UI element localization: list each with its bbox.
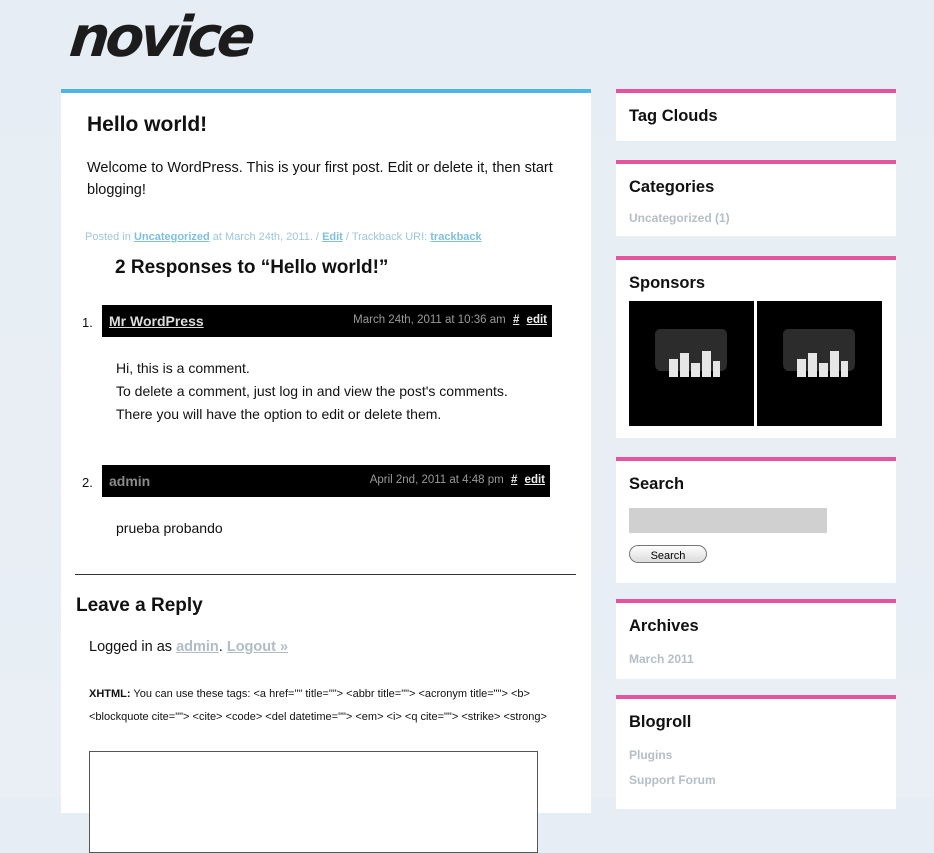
comment-author: admin xyxy=(109,473,151,489)
comment-author-link[interactable]: Mr WordPress xyxy=(109,313,204,329)
widget-title: Archives xyxy=(629,617,699,635)
comment-line: There you will have the option to edit o… xyxy=(116,406,442,422)
comment-line: Hi, this is a comment. xyxy=(116,360,250,376)
post-meta: Posted in Uncategorized at March 24th, 2… xyxy=(85,231,482,243)
archive-item[interactable]: March 2011 xyxy=(629,652,694,666)
comment-number: 1. xyxy=(82,315,93,330)
blogroll-item[interactable]: Support Forum xyxy=(629,773,716,787)
comment-meta: March 24th, 2011 at 10:36 am # edit xyxy=(353,314,547,326)
site-logo[interactable]: novice xyxy=(66,0,255,76)
comment-body: prueba probando xyxy=(116,517,223,540)
allowed-tags-note: XHTML: You can use these tags: <a href="… xyxy=(89,683,579,729)
category-link[interactable]: Uncategorized xyxy=(134,231,210,243)
sponsor-logo-icon xyxy=(655,329,727,377)
blogroll-item[interactable]: Plugins xyxy=(629,748,672,762)
comment-meta: April 2nd, 2011 at 4:48 pm # edit xyxy=(370,474,545,486)
widget-archives: Archives March 2011 xyxy=(616,599,896,679)
comment-header: admin April 2nd, 2011 at 4:48 pm # edit xyxy=(102,465,550,497)
category-item[interactable]: Uncategorized (1) xyxy=(629,211,730,225)
trackback-label: / Trackback URI: xyxy=(345,231,428,243)
widget-title: Tag Clouds xyxy=(629,107,718,125)
comment-textarea[interactable] xyxy=(89,751,538,853)
divider xyxy=(75,574,576,575)
sponsor-banner[interactable] xyxy=(629,301,754,426)
comment-date: March 24th, 2011 at 10:36 am xyxy=(353,314,506,326)
post-meta-date: at March 24th, 2011. / xyxy=(212,231,319,243)
logged-in-prefix: Logged in as xyxy=(89,639,173,655)
responses-title: 2 Responses to “Hello world!” xyxy=(115,257,389,278)
comment-permalink[interactable]: # xyxy=(511,474,517,486)
widget-title: Categories xyxy=(629,178,715,196)
sponsor-banner[interactable] xyxy=(757,301,882,426)
widget-title: Search xyxy=(629,475,685,493)
logged-in-text: Logged in as admin. Logout » xyxy=(89,639,289,655)
comment-date: April 2nd, 2011 at 4:48 pm xyxy=(369,474,504,486)
user-profile-link[interactable]: admin xyxy=(176,639,219,655)
reply-title: Leave a Reply xyxy=(76,595,203,616)
logout-link[interactable]: Logout » xyxy=(227,639,288,655)
comment-line: To delete a comment, just log in and vie… xyxy=(116,383,508,399)
search-input[interactable] xyxy=(629,508,827,533)
widget-search: Search Search xyxy=(616,457,896,583)
comment-edit-link[interactable]: edit xyxy=(525,474,545,486)
post-meta-prefix: Posted in xyxy=(85,231,131,243)
comment-body: Hi, this is a comment. To delete a comme… xyxy=(116,357,508,426)
xhtml-label: XHTML: xyxy=(89,688,131,700)
comment-edit-link[interactable]: edit xyxy=(527,314,547,326)
widget-categories: Categories Uncategorized (1) xyxy=(616,160,896,236)
post-title[interactable]: Hello world! xyxy=(87,113,207,137)
widget-blogroll: Blogroll Plugins Support Forum xyxy=(616,695,896,809)
comment-header: Mr WordPress March 24th, 2011 at 10:36 a… xyxy=(102,305,552,337)
main-content: Hello world! Welcome to WordPress. This … xyxy=(61,89,591,853)
comment-number: 2. xyxy=(82,475,93,490)
widget-title: Sponsors xyxy=(629,274,706,292)
search-button[interactable]: Search xyxy=(629,545,707,563)
post-edit-link[interactable]: Edit xyxy=(322,231,343,243)
comment-line: prueba probando xyxy=(116,520,223,536)
xhtml-text: You can use these tags: <a href="" title… xyxy=(89,688,547,723)
widget-title: Blogroll xyxy=(629,713,692,731)
widget-tag-clouds: Tag Clouds xyxy=(616,89,896,141)
comment-permalink[interactable]: # xyxy=(513,314,519,326)
widget-sponsors: Sponsors xyxy=(616,256,896,438)
trackback-link[interactable]: trackback xyxy=(430,231,481,243)
post-body: Welcome to WordPress. This is your first… xyxy=(87,160,553,198)
sponsor-logo-icon xyxy=(783,329,855,377)
